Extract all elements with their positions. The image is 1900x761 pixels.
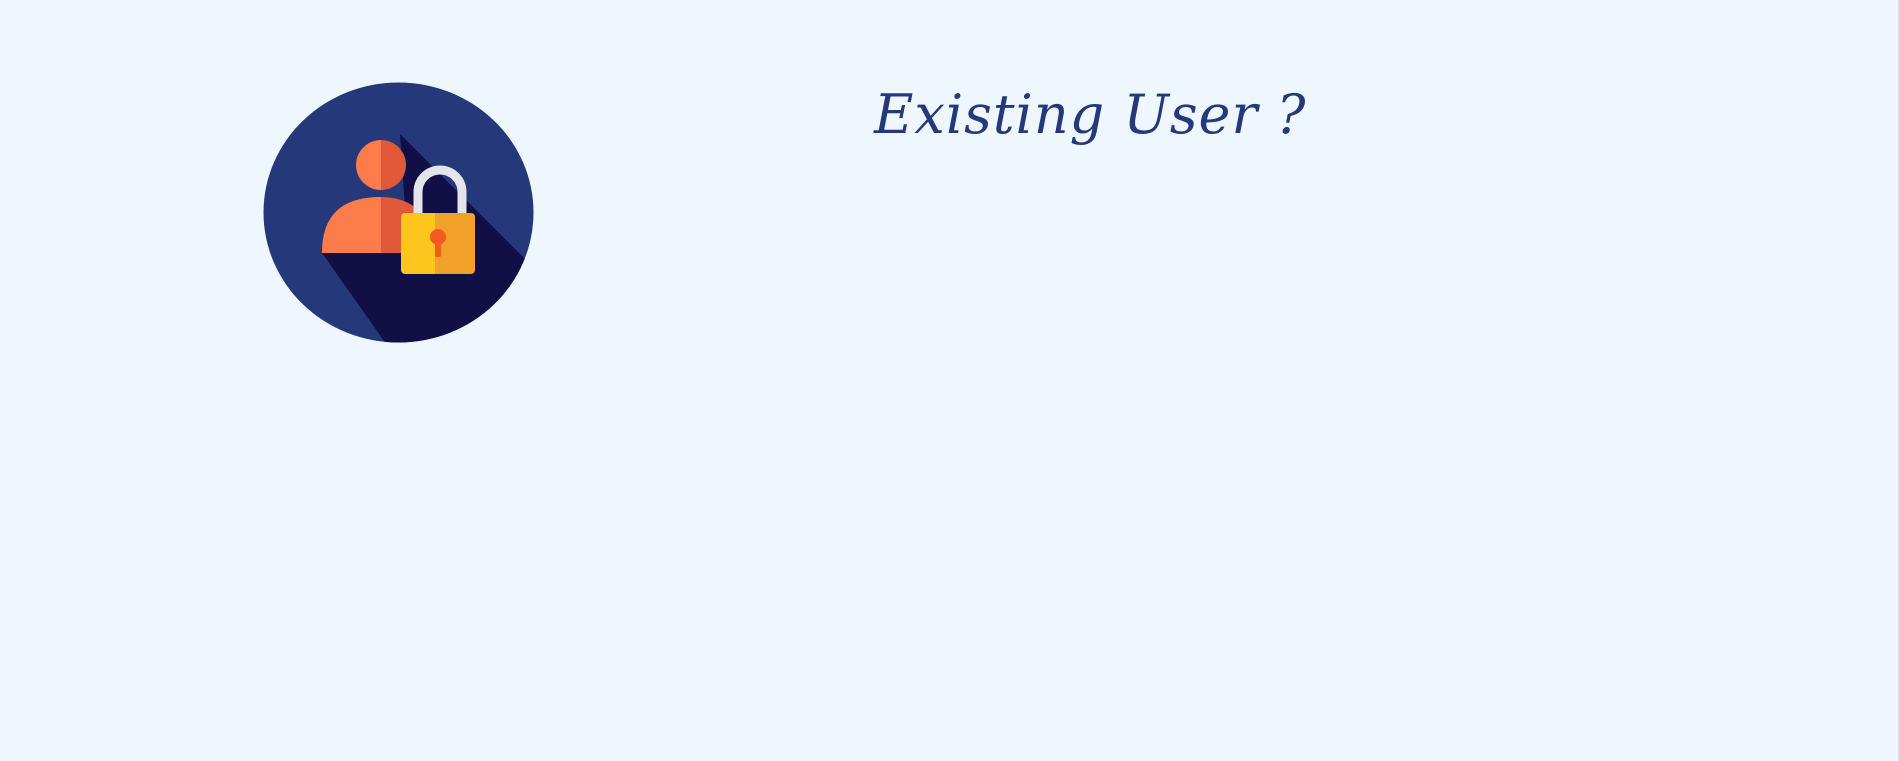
keyhole-slot <box>435 237 441 257</box>
padlock-body-left <box>401 213 438 274</box>
user-lock-graphic <box>263 82 534 343</box>
existing-user-heading: Existing User ? <box>874 83 1307 146</box>
user-lock-icon <box>263 82 534 343</box>
